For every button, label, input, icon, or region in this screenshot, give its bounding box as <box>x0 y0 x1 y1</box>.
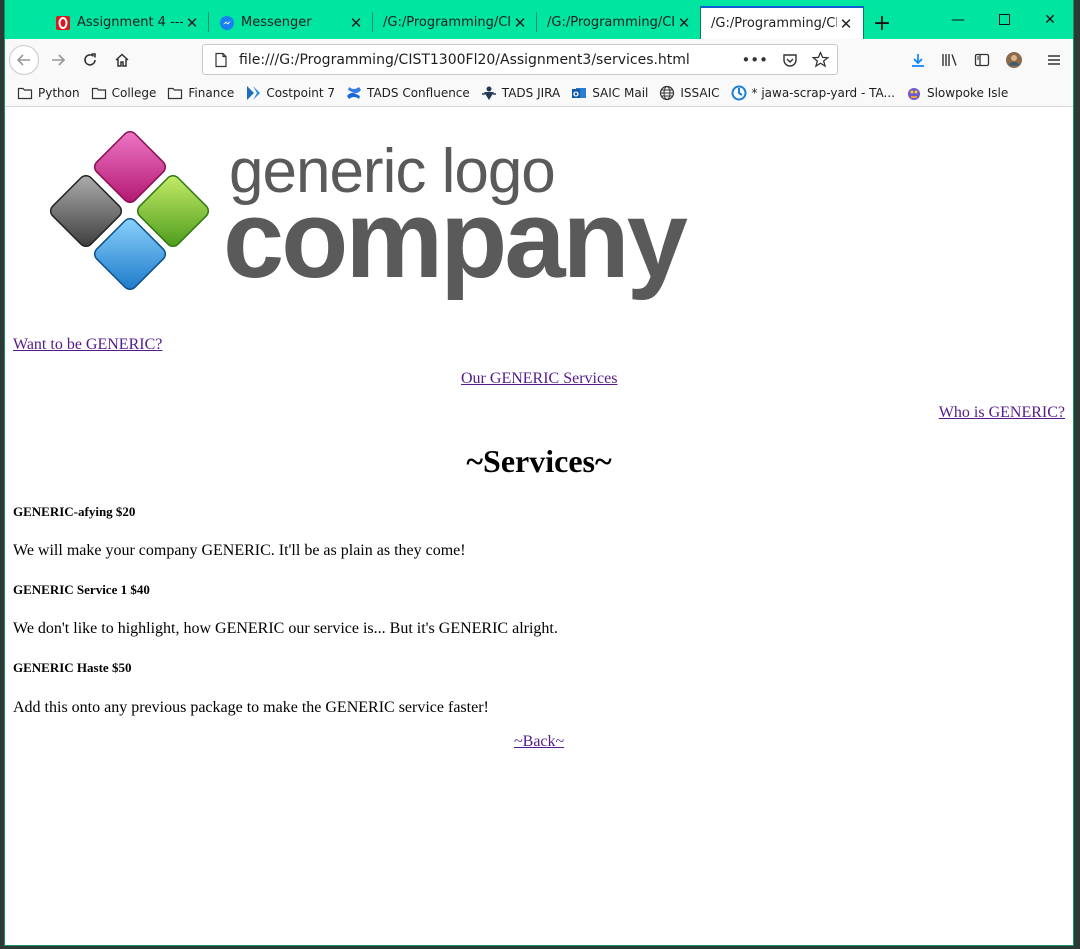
bookmark-label: TADS Confluence <box>367 86 470 100</box>
tab-close-icon[interactable]: ✕ <box>837 15 855 33</box>
bookmark-label: Costpoint 7 <box>266 86 336 100</box>
globe-icon <box>660 85 675 101</box>
service-description: We will make your company GENERIC. It'll… <box>13 542 466 559</box>
tab-title: Messenger <box>241 15 312 30</box>
tab-close-icon[interactable]: ✕ <box>183 14 201 32</box>
tab-title: /G:/Programming/CIST <box>711 16 837 31</box>
service-description: We don't like to highlight, how GENERIC … <box>13 620 558 637</box>
costpoint-icon <box>247 86 261 100</box>
bookmark-star-icon[interactable] <box>812 51 829 68</box>
account-avatar-icon[interactable] <box>999 45 1029 75</box>
reload-icon[interactable] <box>75 45 105 75</box>
bookmark-tads-jira[interactable]: TADS JIRA <box>481 85 560 101</box>
pocket-icon[interactable] <box>782 52 798 68</box>
maximize-icon[interactable] <box>981 0 1027 39</box>
window-close-icon[interactable]: ✕ <box>1027 0 1073 39</box>
back-link[interactable]: ~Back~ <box>514 733 564 751</box>
confluence-icon <box>347 87 362 99</box>
page-title: ~Services~ <box>466 443 612 479</box>
outlook-icon: O <box>572 88 587 98</box>
tab-title: Assignment 4 --- C <box>77 15 183 30</box>
page-icon <box>215 52 227 67</box>
bookmark-label: TADS JIRA <box>501 86 561 100</box>
service-description: Add this onto any previous package to ma… <box>13 699 489 716</box>
forward-arrow-icon[interactable] <box>43 45 73 75</box>
folder-icon <box>91 87 106 100</box>
messenger-icon <box>220 15 234 30</box>
tab-close-icon[interactable]: ✕ <box>511 14 529 32</box>
download-icon[interactable] <box>903 45 933 75</box>
page-content: generic logo company Want to be GENERIC?… <box>5 108 1073 945</box>
tab-close-icon[interactable]: ✕ <box>675 14 693 32</box>
bookmark-label: * jawa-scrap-yard - TA... <box>751 86 895 100</box>
tab-cist-2[interactable]: /G:/Programming/CIST ✕ <box>537 6 701 39</box>
url-bar[interactable]: file:///G:/Programming/CIST1300Fl20/Assi… <box>202 44 838 75</box>
url-text[interactable]: file:///G:/Programming/CIST1300Fl20/Assi… <box>239 52 741 68</box>
company-logo-diamonds-icon <box>49 130 210 291</box>
bookmark-label: Python <box>38 86 80 100</box>
svg-text:O: O <box>573 90 579 98</box>
page-actions-icon[interactable]: ••• <box>741 51 768 69</box>
bookmark-slowpoke-isle[interactable]: Slowpoke Isle <box>906 85 1008 101</box>
service-title: GENERIC-afying $20 <box>13 504 136 519</box>
folder-icon <box>17 87 33 100</box>
bookmark-saic-mail[interactable]: O SAIC Mail <box>571 85 648 101</box>
library-icon[interactable] <box>935 45 965 75</box>
bookmark-label: Finance <box>188 86 235 100</box>
tab-strip: Assignment 4 --- C ✕ Messenger ✕ /G:/Pro… <box>5 0 1073 39</box>
service-title: GENERIC Service 1 $40 <box>13 582 150 597</box>
tab-title: /G:/Programming/CIST <box>547 15 675 30</box>
bookmark-jawa-scrap-yard[interactable]: * jawa-scrap-yard - TA... <box>731 85 895 101</box>
folder-icon <box>168 87 183 100</box>
tab-title: /G:/Programming/CIST <box>383 15 511 30</box>
link-want-to-be-generic[interactable]: Want to be GENERIC? <box>13 336 162 354</box>
link-who-is-generic[interactable]: Who is GENERIC? <box>939 404 1065 422</box>
navigation-toolbar: file:///G:/Programming/CIST1300Fl20/Assi… <box>5 39 1073 80</box>
tab-messenger[interactable]: Messenger ✕ <box>209 6 373 39</box>
sidebar-icon[interactable] <box>967 45 997 75</box>
new-tab-plus-icon[interactable]: + <box>867 8 897 38</box>
bookmarks-toolbar: Python College Finance Costpoint 7 TADS … <box>5 80 1073 107</box>
bookmark-label: SAIC Mail <box>592 86 649 100</box>
logo-text-company: company <box>223 178 688 301</box>
service-title: GENERIC Haste $50 <box>13 660 132 675</box>
unomaha-o-icon <box>56 15 70 30</box>
bookmark-label: ISSAIC <box>680 86 720 100</box>
bookmark-issaic[interactable]: ISSAIC <box>659 85 720 101</box>
bookmark-label: Slowpoke Isle <box>926 86 1009 100</box>
bookmark-label: College <box>111 86 157 100</box>
browser-window: Assignment 4 --- C ✕ Messenger ✕ /G:/Pro… <box>4 0 1074 946</box>
bookmark-python[interactable]: Python <box>17 85 80 101</box>
bookmark-tads-confluence[interactable]: TADS Confluence <box>346 85 470 101</box>
tab-close-icon[interactable]: ✕ <box>347 14 365 32</box>
slowpoke-icon <box>907 88 920 100</box>
tab-cist-active[interactable]: /G:/Programming/CIST ✕ <box>700 6 864 39</box>
bookmark-college[interactable]: College <box>91 85 157 101</box>
jira-icon <box>481 86 496 100</box>
tab-assignment4[interactable]: Assignment 4 --- C ✕ <box>45 6 209 39</box>
link-our-generic-services[interactable]: Our GENERIC Services <box>461 370 617 388</box>
back-arrow-icon[interactable] <box>9 45 39 75</box>
home-icon[interactable] <box>107 45 137 75</box>
jawa-icon <box>731 85 746 101</box>
bookmark-finance[interactable]: Finance <box>167 85 234 101</box>
bookmark-costpoint[interactable]: Costpoint 7 <box>245 85 335 101</box>
hamburger-menu-icon[interactable] <box>1039 45 1069 75</box>
minimize-icon[interactable]: — <box>935 0 981 39</box>
tab-cist-1[interactable]: /G:/Programming/CIST ✕ <box>373 6 537 39</box>
